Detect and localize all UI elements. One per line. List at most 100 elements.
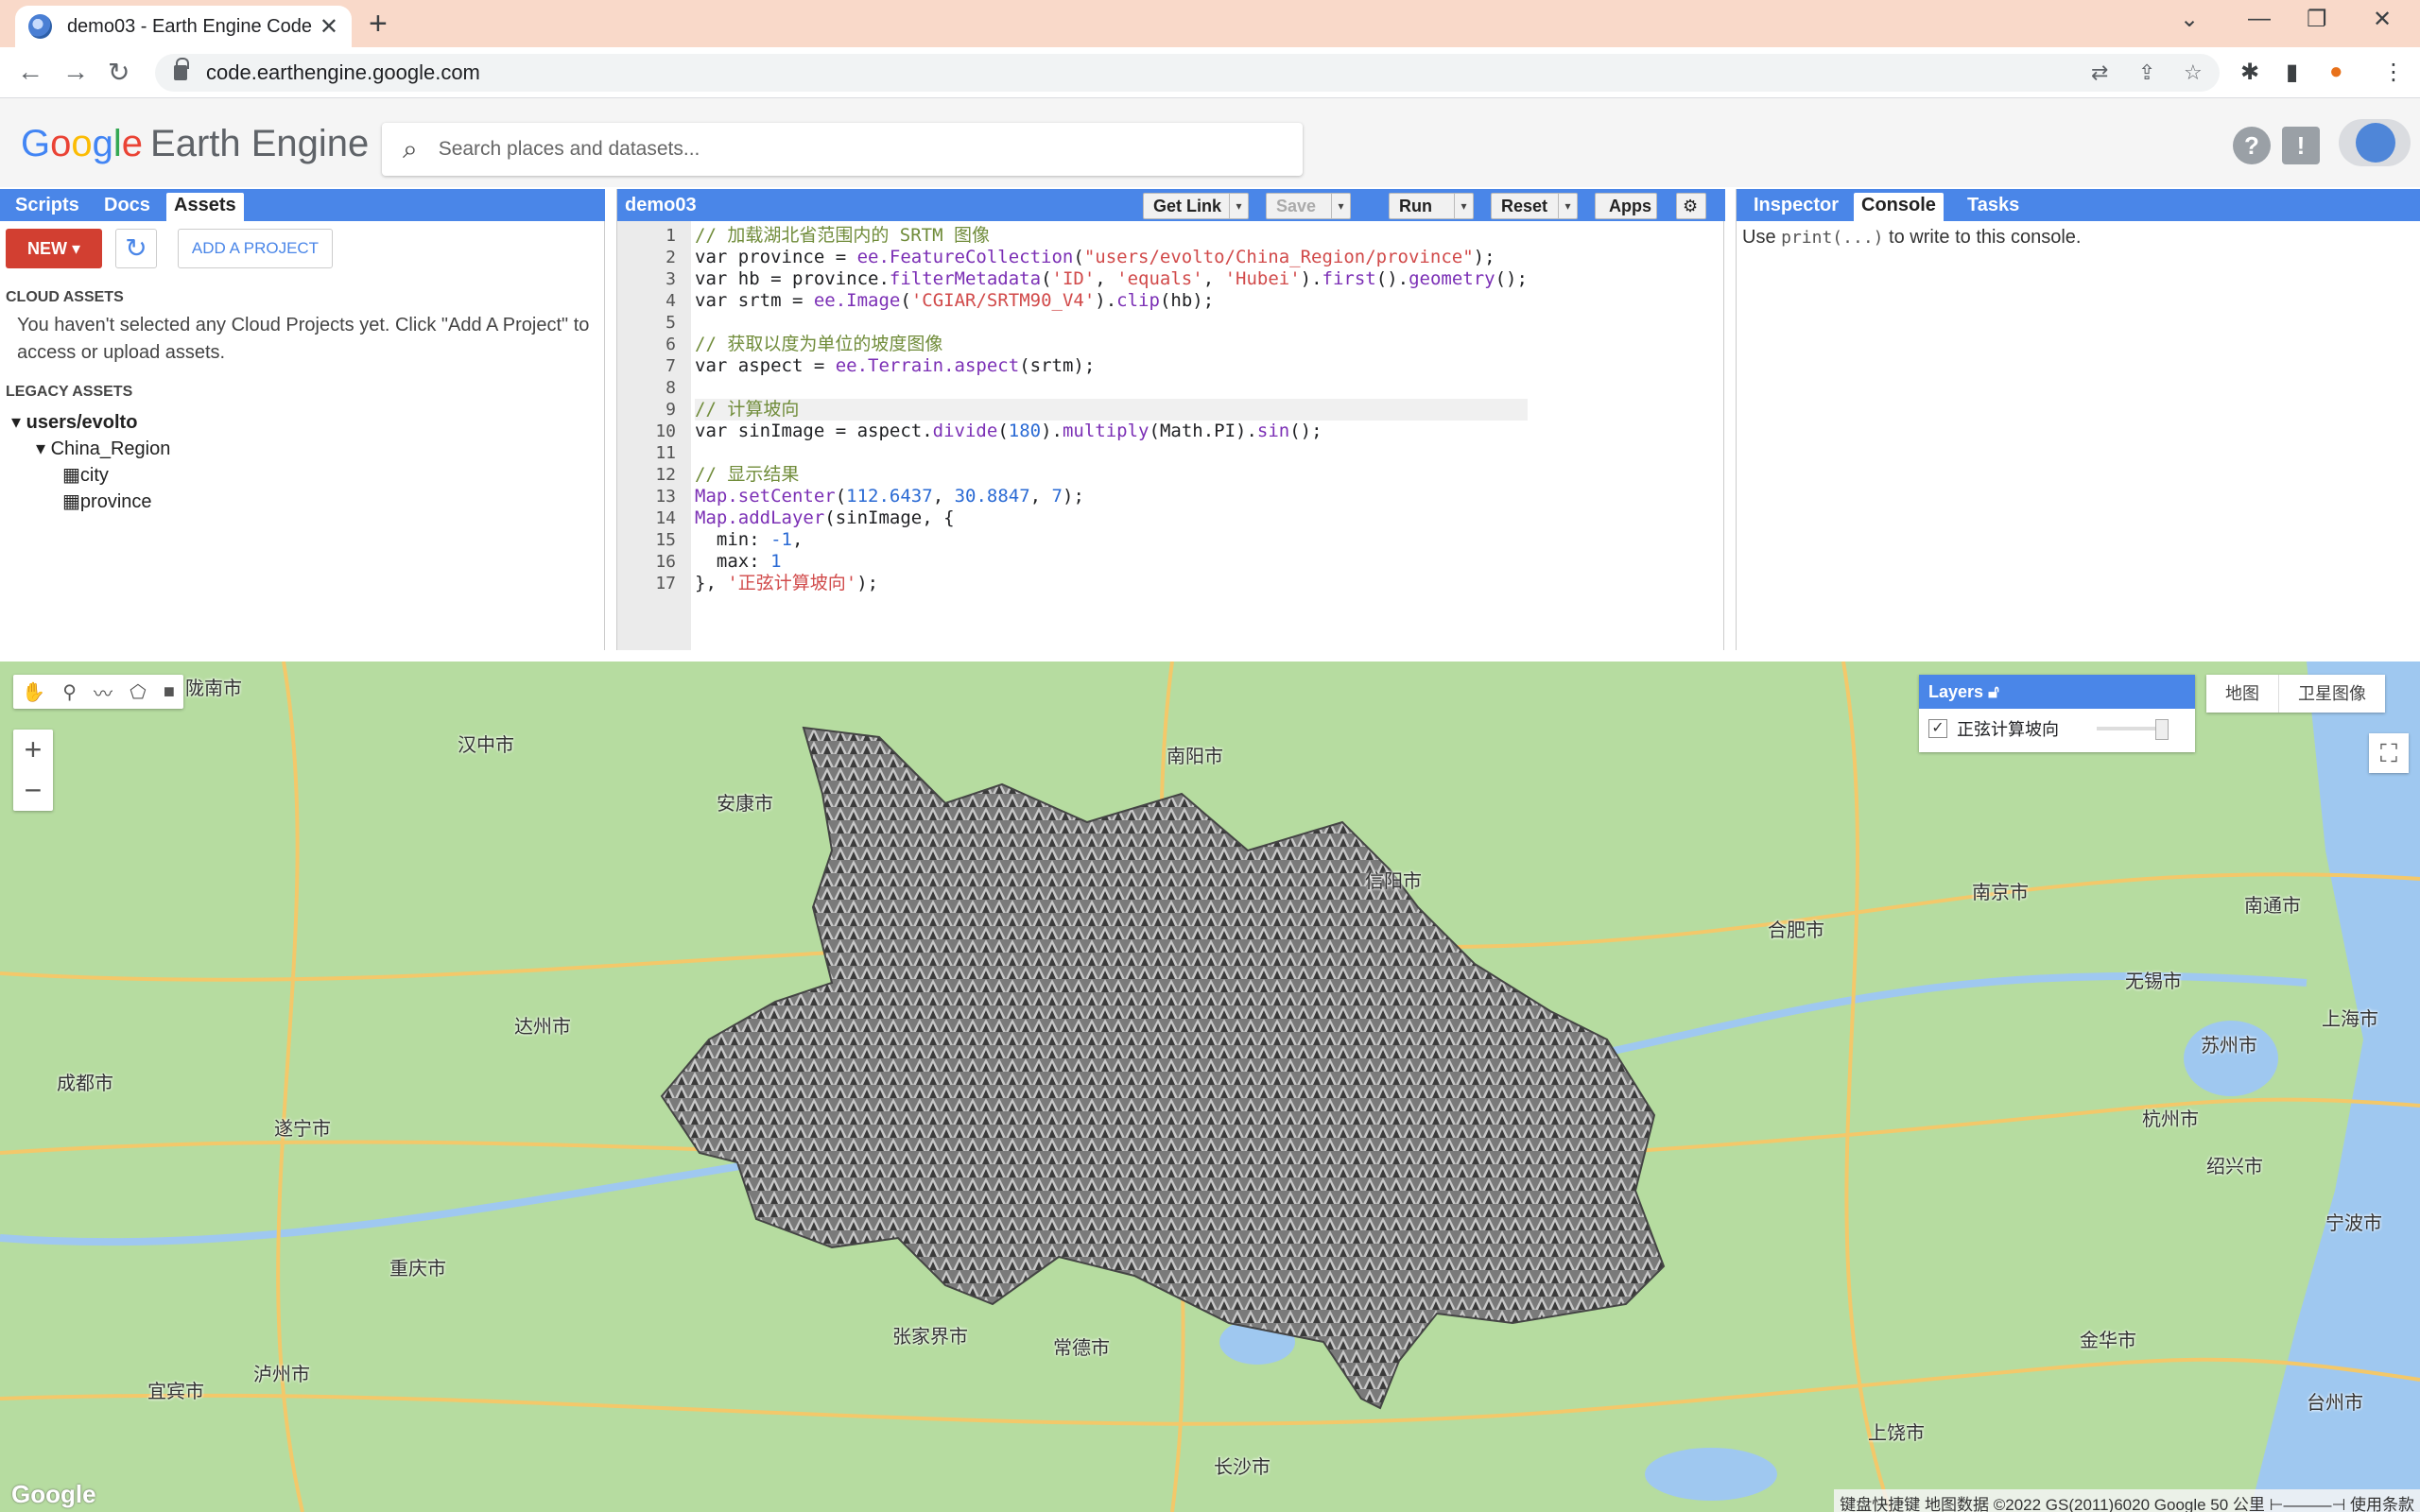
layers-title: Layers	[1928, 682, 1984, 701]
add-project-button[interactable]: ADD A PROJECT	[178, 229, 333, 268]
layer-visibility-checkbox[interactable]: ✓	[1928, 719, 1947, 738]
line-draw-icon[interactable]: 〰	[94, 679, 112, 706]
search-box[interactable]: ⌕	[382, 123, 1303, 176]
city-label: 苏州市	[2201, 1036, 2257, 1057]
save-button[interactable]: Save ▾	[1266, 193, 1351, 219]
restore-icon[interactable]: ❐	[2307, 6, 2327, 33]
profile-extension-icon[interactable]: ●	[2329, 59, 2343, 85]
feedback-icon[interactable]: !	[2282, 127, 2320, 164]
city-label: 南通市	[2244, 896, 2301, 917]
map-canvas[interactable]	[0, 662, 2420, 1512]
bookmark-star-icon[interactable]: ☆	[2184, 60, 2203, 85]
city-label: 宁波市	[2325, 1213, 2382, 1234]
city-label: 合肥市	[1768, 920, 1824, 941]
tab-assets[interactable]: Assets	[166, 193, 244, 221]
code-text[interactable]: 1// 加载湖北省范围内的 SRTM 图像 2 var province = ee…	[655, 225, 1528, 594]
tab-docs[interactable]: Docs	[96, 193, 158, 218]
lock-icon[interactable]: 🔓︎	[1988, 682, 1999, 701]
map-attribution[interactable]: 键盘快捷键 地图数据 ©2022 GS(2011)6020 Google 50 …	[1834, 1489, 2420, 1512]
rectangle-draw-icon[interactable]: ■	[164, 681, 175, 703]
map-type-satellite[interactable]: 卫星图像	[2278, 675, 2385, 713]
right-panel: Inspector Console Tasks Use print(...) t…	[1736, 189, 2420, 650]
layer-row[interactable]: ✓ 正弦计算坡向	[1919, 709, 2195, 748]
console-message: Use print(...) to write to this console.	[1742, 227, 2082, 248]
layers-panel: Layers 🔓︎ ✓ 正弦计算坡向	[1919, 675, 2195, 752]
city-label: 重庆市	[389, 1259, 446, 1280]
polygon-draw-icon[interactable]: ⬠	[130, 680, 146, 704]
point-marker-icon[interactable]: ⚲	[62, 680, 77, 704]
extensions-icon[interactable]: ✱	[2240, 59, 2259, 86]
left-panel: Scripts Docs Assets NEW ▾ ↻ ADD A PROJEC…	[0, 189, 605, 650]
tree-folder[interactable]: ▾ China_Region	[36, 437, 170, 460]
tree-item-province[interactable]: ▦province	[62, 490, 152, 513]
reset-button[interactable]: Reset ▾	[1491, 193, 1578, 219]
tab-search-chevron-icon[interactable]: ⌄	[2180, 6, 2199, 33]
tab-tasks[interactable]: Tasks	[1960, 193, 2027, 218]
left-panel-tabbar: Scripts Docs Assets	[0, 189, 605, 221]
map-view[interactable]: 陇南市 汉中市 安康市 南阳市 信阳市 合肥市 南京市 南通市 达州市 无锡市 …	[0, 662, 2420, 1512]
apps-button[interactable]: Apps	[1595, 193, 1657, 219]
get-link-button[interactable]: Get Link ▾	[1143, 193, 1249, 219]
fullscreen-icon[interactable]: ⛶	[2369, 733, 2409, 773]
tab-inspector[interactable]: Inspector	[1746, 193, 1846, 218]
address-toolbar: ← → ↻ code.earthengine.google.com ⇄ ⇪ ☆	[0, 47, 2420, 98]
chevron-down-icon: ▾	[1558, 194, 1577, 218]
city-label: 杭州市	[2142, 1109, 2199, 1130]
map-type-roadmap[interactable]: 地图	[2206, 675, 2278, 713]
city-label: 上海市	[2322, 1009, 2378, 1030]
help-icon[interactable]: ?	[2233, 127, 2271, 164]
search-input[interactable]	[438, 138, 1270, 161]
layers-header[interactable]: Layers 🔓︎	[1919, 675, 2195, 709]
new-button-label: NEW	[26, 238, 67, 258]
refresh-icon[interactable]: ↻	[115, 229, 157, 268]
city-label: 陇南市	[185, 679, 242, 699]
tab-title: demo03 - Earth Engine Code E	[66, 15, 312, 37]
zoom-in-icon[interactable]: +	[13, 730, 53, 770]
search-icon: ⌕	[403, 133, 418, 163]
layer-opacity-slider[interactable]	[2097, 719, 2169, 740]
tree-item-city[interactable]: ▦city	[62, 463, 109, 487]
layer-name: 正弦计算坡向	[1957, 720, 2059, 739]
slope-aspect-layer[interactable]	[660, 726, 1666, 1410]
city-label: 达州市	[514, 1017, 571, 1038]
new-tab-icon[interactable]: +	[369, 6, 388, 42]
forward-icon[interactable]: →	[62, 57, 89, 87]
account-avatar[interactable]	[2339, 119, 2411, 166]
reload-icon[interactable]: ↻	[108, 57, 130, 88]
url-text[interactable]: code.earthengine.google.com	[206, 60, 480, 85]
translate-icon[interactable]: ⇄	[2091, 60, 2108, 85]
tab-console[interactable]: Console	[1854, 193, 1944, 221]
pan-hand-icon[interactable]: ✋	[22, 680, 45, 704]
table-icon: ▦	[62, 491, 80, 512]
legacy-assets-header: LEGACY ASSETS	[6, 384, 133, 400]
city-label: 金华市	[2080, 1331, 2136, 1351]
city-label: 信阳市	[1365, 871, 1422, 892]
new-button[interactable]: NEW ▾	[6, 229, 102, 268]
right-panel-tabbar: Inspector Console Tasks	[1737, 189, 2420, 221]
tree-root[interactable]: ▾ users/evolto	[11, 410, 137, 434]
share-icon[interactable]: ⇪	[2138, 60, 2155, 85]
google-earth-engine-logo[interactable]: Google Earth Engine	[21, 123, 369, 165]
map-type-control: 地图 卫星图像	[2206, 675, 2385, 713]
chevron-down-icon: ▾	[1229, 194, 1248, 218]
tab-close-icon[interactable]: ✕	[320, 13, 338, 41]
zoom-control: + −	[13, 730, 53, 811]
code-editor-panel: demo03 Get Link ▾ Save ▾ Run ▾ Reset ▾ Apps …	[616, 189, 1725, 650]
window-close-icon[interactable]: ✕	[2373, 6, 2392, 33]
minimize-icon[interactable]: —	[2248, 6, 2271, 32]
script-name: demo03	[625, 195, 697, 215]
run-button[interactable]: Run ▾	[1389, 193, 1474, 219]
omnibox[interactable]: code.earthengine.google.com	[155, 54, 2220, 92]
city-label: 长沙市	[1214, 1457, 1270, 1478]
settings-gear-icon[interactable]: ⚙	[1676, 193, 1706, 219]
avatar-icon	[2356, 123, 2395, 163]
browser-tab[interactable]: demo03 - Earth Engine Code E ✕	[15, 6, 352, 47]
zoom-out-icon[interactable]: −	[13, 770, 53, 811]
browser-menu-icon[interactable]: ⋮	[2382, 59, 2405, 86]
lock-icon[interactable]	[174, 58, 189, 80]
side-panel-icon[interactable]: ▮	[2286, 59, 2298, 86]
tab-scripts[interactable]: Scripts	[8, 193, 87, 218]
city-label: 安康市	[717, 794, 773, 815]
chevron-down-icon: ▾	[1331, 194, 1350, 218]
back-icon[interactable]: ←	[17, 57, 43, 87]
